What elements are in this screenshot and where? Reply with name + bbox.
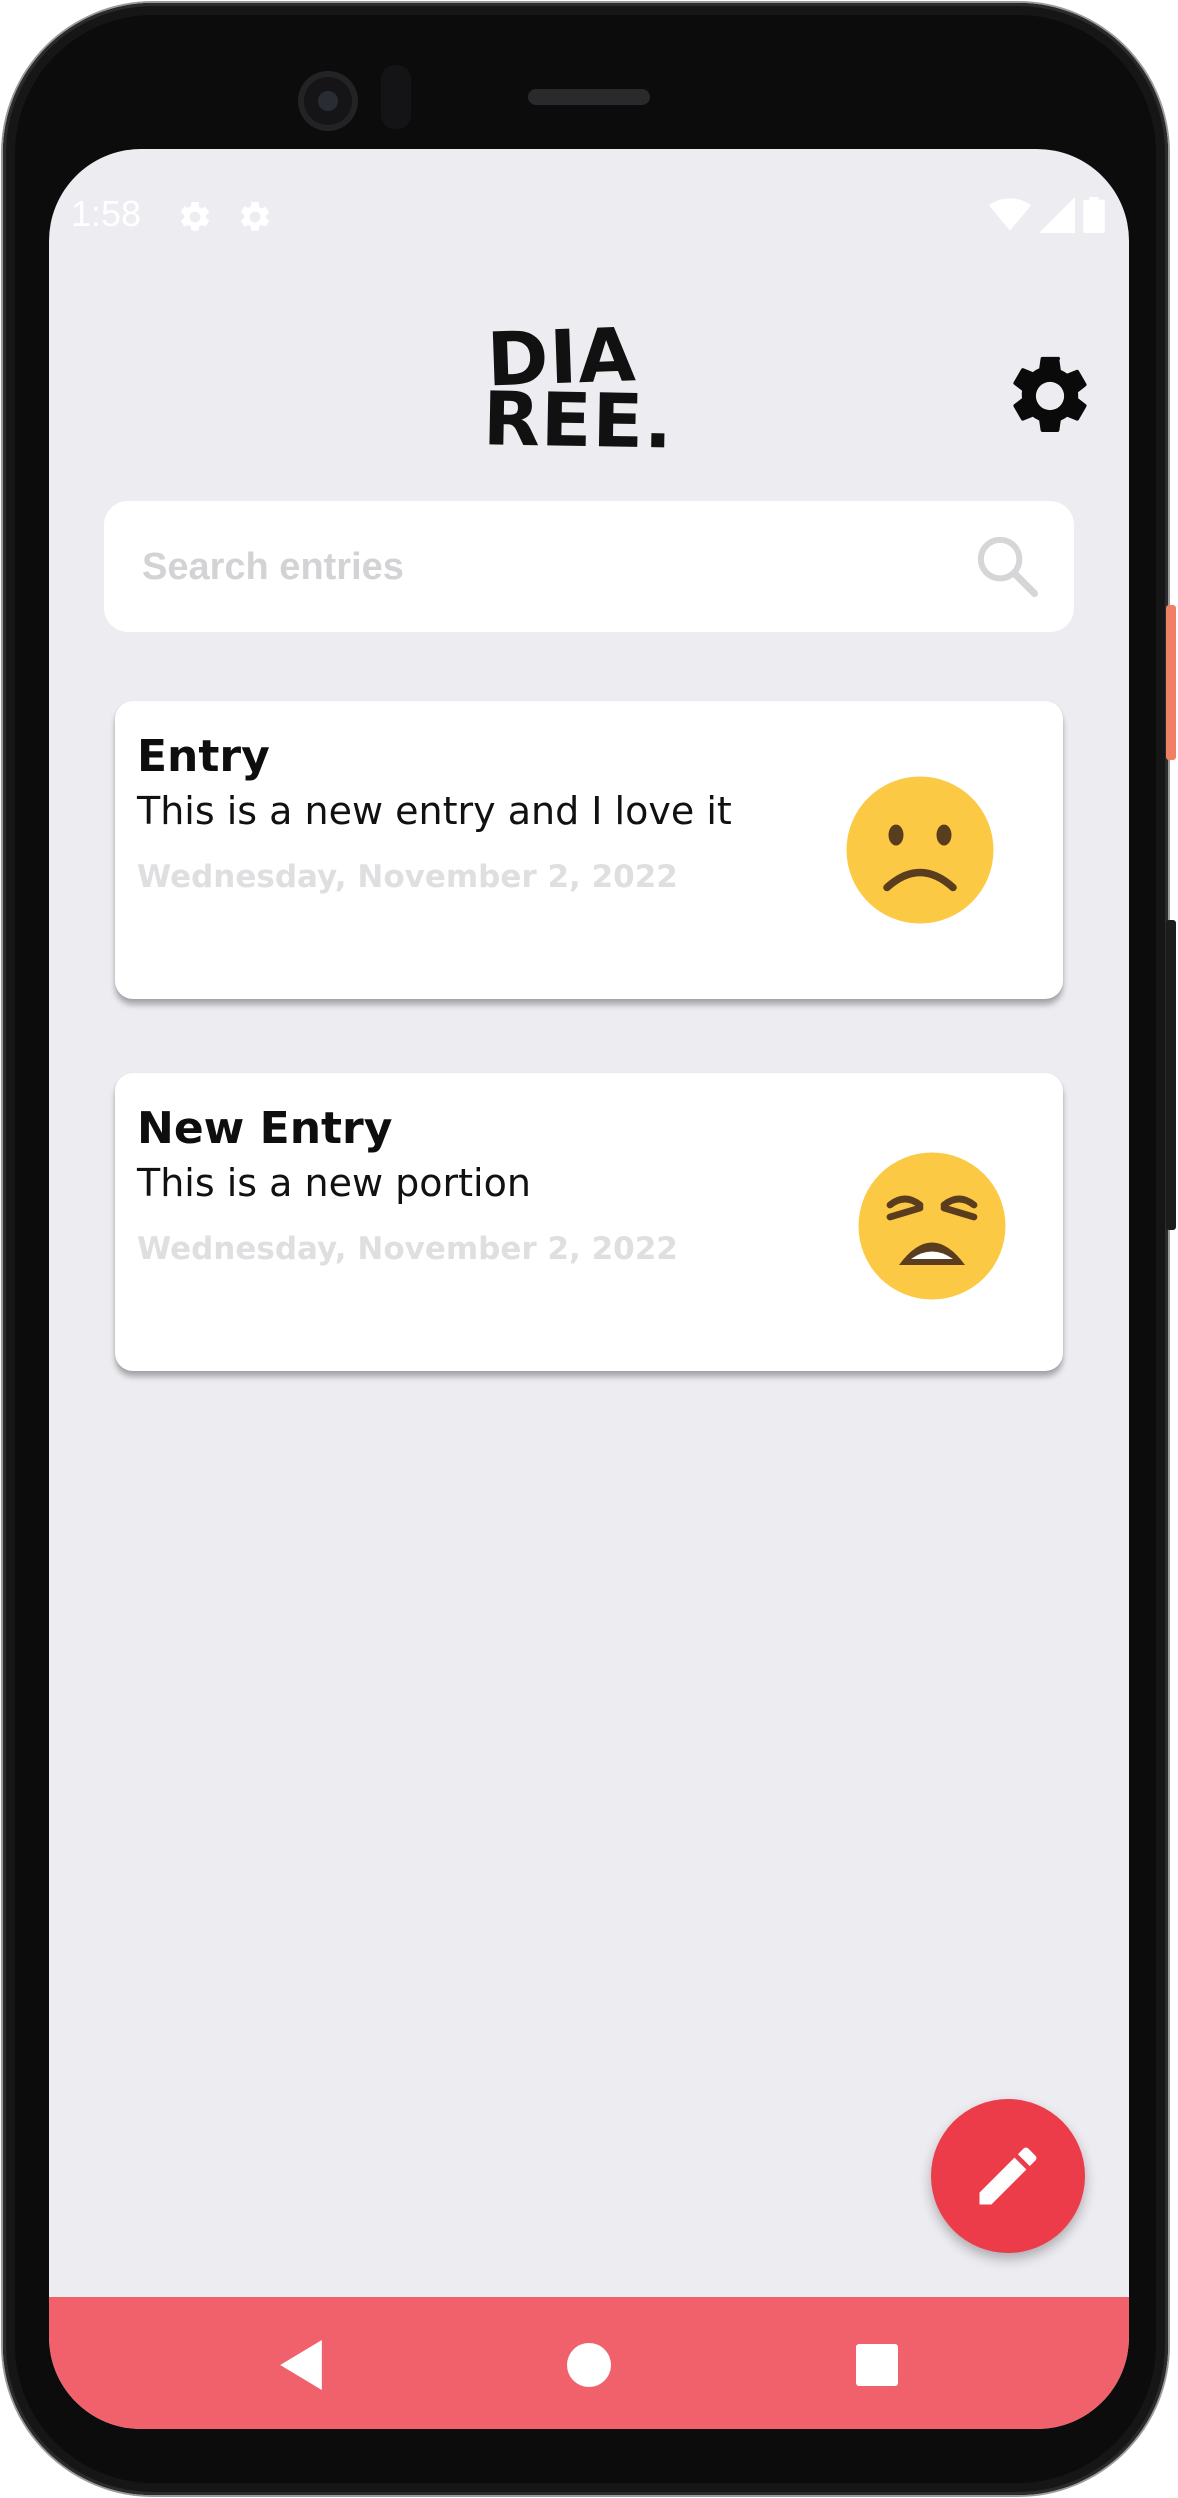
home-button[interactable] <box>561 2337 617 2393</box>
entry-date: Wednesday, November 2, 2022 <box>137 1231 678 1267</box>
entry-title: New Entry <box>137 1103 393 1154</box>
entry-body: This is a new entry and I love it <box>137 789 732 833</box>
entry-body: This is a new portion <box>137 1161 531 1205</box>
entry-title: Entry <box>137 731 270 782</box>
home-icon <box>567 2343 611 2387</box>
status-time: 1:58 <box>71 193 142 234</box>
settings-button[interactable] <box>1003 349 1097 443</box>
front-camera <box>298 71 358 131</box>
wifi-icon <box>989 198 1031 231</box>
pencil-icon <box>979 2147 1037 2205</box>
back-icon <box>280 2340 322 2390</box>
frowning-face-icon <box>846 776 994 924</box>
app-screen: 1:58 DIA REE. Search entries Entry This … <box>49 149 1129 2429</box>
status-indicators <box>989 197 1105 233</box>
gear-icon <box>1013 356 1087 433</box>
logo-line-2: REE. <box>482 376 674 466</box>
entry-card[interactable]: New Entry This is a new portion Wednesda… <box>115 1073 1063 1371</box>
gear-icon <box>240 201 270 231</box>
recents-icon <box>856 2344 898 2386</box>
entry-date: Wednesday, November 2, 2022 <box>137 859 678 895</box>
weary-face-icon <box>858 1152 1006 1300</box>
earpiece-speaker <box>528 89 650 105</box>
entry-card[interactable]: Entry This is a new entry and I love it … <box>115 701 1063 999</box>
search-input[interactable] <box>140 501 964 634</box>
navigation-bar <box>49 2297 1129 2429</box>
proximity-sensor <box>381 65 411 129</box>
phone-frame: 1:58 DIA REE. Search entries Entry This … <box>3 3 1168 2495</box>
power-button <box>1166 605 1176 760</box>
status-bar: 1:58 <box>49 149 1129 284</box>
app-logo: DIA REE. <box>482 312 687 475</box>
search-bar <box>104 501 1074 634</box>
signal-icon <box>1039 197 1075 233</box>
gear-icon <box>180 201 210 231</box>
battery-icon <box>1083 197 1105 233</box>
search-icon[interactable] <box>974 533 1040 599</box>
back-button[interactable] <box>273 2337 329 2393</box>
new-entry-button[interactable] <box>931 2099 1085 2253</box>
volume-button <box>1166 920 1176 1230</box>
recents-button[interactable] <box>849 2337 905 2393</box>
